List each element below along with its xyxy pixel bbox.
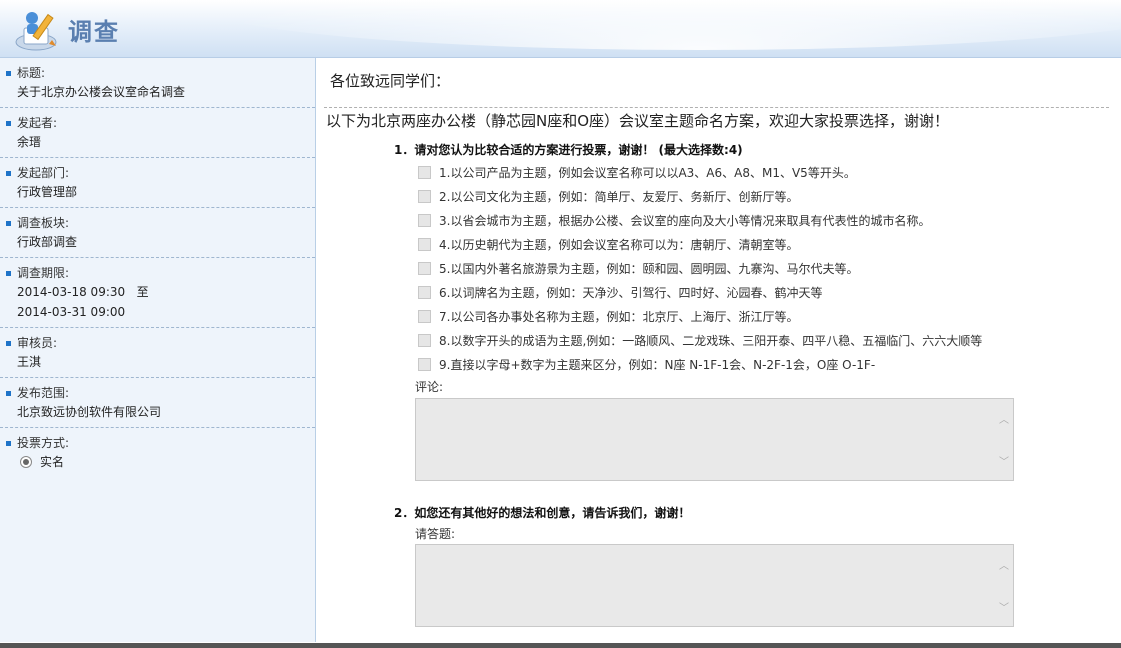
scroll-up-icon[interactable]: ︿ (999, 411, 1009, 426)
sidebar-label: 标题: (17, 66, 46, 80)
survey-pencil-icon (15, 12, 57, 51)
option-row[interactable]: 3.以省会城市为主题，根据办公楼、会议室的座向及大小等情况来取具有代表性的城市名… (418, 208, 982, 232)
greeting-text: 各位致远同学们： (330, 72, 451, 90)
sidebar-label: 发起部门: (17, 166, 70, 180)
intro-text: 以下为北京两座办公楼（静芯园N座和O座）会议室主题命名方案，欢迎大家投票选择，谢… (326, 112, 950, 130)
sidebar-item-reviewer: 审核员: 王淇 (0, 328, 315, 378)
square-bullet-icon (6, 70, 11, 76)
option-label: 4.以历史朝代为主题，例如会议室名称可以为：唐朝厅、清朝室等。 (439, 237, 799, 252)
sidebar-item-board: 调查板块: 行政部调查 (0, 208, 315, 258)
comment-label: 评论: (415, 380, 444, 394)
option-label: 2.以公司文化为主题，例如：简单厅、友爱厅、务新厅、创新厅等。 (439, 189, 799, 204)
option-label: 7.以公司各办事处名称为主题，例如：北京厅、上海厅、浙江厅等。 (439, 309, 799, 324)
sidebar-value: 行政部调查 (17, 235, 78, 249)
divider (324, 107, 1109, 108)
checkbox[interactable] (418, 213, 431, 227)
sidebar-label: 投票方式: (17, 436, 70, 450)
option-row[interactable]: 9.直接以字母+数字为主题来区分，例如：N座 N-1F-1会、N-2F-1会，O… (418, 352, 982, 376)
answer-label: 请答题: (415, 527, 456, 541)
comment-textarea[interactable]: ︿ ﹀ (415, 398, 1014, 481)
header-swoosh (200, 0, 1121, 50)
square-bullet-icon (6, 340, 11, 346)
page-title: 调查 (68, 18, 120, 46)
checkbox[interactable] (418, 357, 431, 371)
square-bullet-icon (6, 220, 11, 226)
checkbox[interactable] (418, 261, 431, 275)
option-label: 8.以数字开头的成语为主题,例如：一路顺风、二龙戏珠、三阳开泰、四平八稳、五福临… (439, 333, 983, 348)
question-1-title: 1．请对您认为比较合适的方案进行投票，谢谢！ (最大选择数:4) (394, 143, 743, 157)
option-label: 3.以省会城市为主题，根据办公楼、会议室的座向及大小等情况来取具有代表性的城市名… (439, 213, 931, 228)
sidebar-label: 调查板块: (17, 216, 70, 230)
vote-method-radio[interactable]: 实名 (6, 452, 315, 472)
sidebar-item-initiator: 发起者: 余瑨 (0, 108, 315, 158)
sidebar-value: 2014-03-31 09:00 (17, 305, 126, 319)
checkbox[interactable] (418, 285, 431, 299)
square-bullet-icon (6, 440, 11, 446)
sidebar-label: 审核员: (17, 336, 58, 350)
sidebar-value: 行政管理部 (17, 185, 78, 199)
sidebar-item-scope: 发布范围: 北京致远协创软件有限公司 (0, 378, 315, 428)
square-bullet-icon (6, 390, 11, 396)
scroll-up-icon[interactable]: ︿ (999, 557, 1009, 572)
question-2-title: 2．如您还有其他好的想法和创意，请告诉我们，谢谢！ (394, 506, 691, 520)
option-label: 5.以国内外著名旅游景为主题，例如：颐和园、圆明园、九寨沟、马尔代夫等。 (439, 261, 859, 276)
option-row[interactable]: 8.以数字开头的成语为主题,例如：一路顺风、二龙戏珠、三阳开泰、四平八稳、五福临… (418, 328, 982, 352)
survey-main: 各位致远同学们： 以下为北京两座办公楼（静芯园N座和O座）会议室主题命名方案，欢… (316, 58, 1121, 642)
checkbox[interactable] (418, 165, 431, 179)
option-label: 1.以公司产品为主题，例如会议室名称可以以A3、A6、A8、M1、V5等开头。 (439, 165, 856, 180)
square-bullet-icon (6, 270, 11, 276)
sidebar-value: 余瑨 (17, 135, 42, 149)
checkbox[interactable] (418, 309, 431, 323)
option-row[interactable]: 5.以国内外著名旅游景为主题，例如：颐和园、圆明园、九寨沟、马尔代夫等。 (418, 256, 982, 280)
scroll-down-icon[interactable]: ﹀ (999, 453, 1009, 468)
checkbox[interactable] (418, 333, 431, 347)
sidebar-label: 调查期限: (17, 266, 70, 280)
survey-info-sidebar: 标题: 关于北京办公楼会议室命名调查 发起者: 余瑨 发起部门: 行政管理部 调… (0, 58, 316, 642)
checkbox[interactable] (418, 189, 431, 203)
radio-label: 实名 (40, 455, 65, 469)
option-row[interactable]: 7.以公司各办事处名称为主题，例如：北京厅、上海厅、浙江厅等。 (418, 304, 982, 328)
sidebar-value: 关于北京办公楼会议室命名调查 (17, 85, 186, 99)
sidebar-item-department: 发起部门: 行政管理部 (0, 158, 315, 208)
square-bullet-icon (6, 120, 11, 126)
scroll-down-icon[interactable]: ﹀ (999, 599, 1009, 614)
sidebar-item-vote-method: 投票方式: 实名 (0, 428, 315, 477)
option-label: 6.以词牌名为主题，例如：天净沙、引驾行、四时好、沁园春、鹤冲天等 (439, 285, 823, 300)
bottom-border (0, 643, 1121, 648)
sidebar-value: 2014-03-18 09:30 至 (17, 285, 149, 299)
option-row[interactable]: 6.以词牌名为主题，例如：天净沙、引驾行、四时好、沁园春、鹤冲天等 (418, 280, 982, 304)
sidebar-label: 发起者: (17, 116, 58, 130)
option-label: 9.直接以字母+数字为主题来区分，例如：N座 N-1F-1会、N-2F-1会，O… (439, 357, 876, 372)
option-row[interactable]: 1.以公司产品为主题，例如会议室名称可以以A3、A6、A8、M1、V5等开头。 (418, 160, 982, 184)
sidebar-value: 北京致远协创软件有限公司 (17, 405, 162, 419)
sidebar-item-period: 调查期限: 2014-03-18 09:30 至 2014-03-31 09:0… (0, 258, 315, 328)
radio-selected-icon[interactable] (20, 456, 32, 468)
answer-textarea[interactable]: ︿ ﹀ (415, 544, 1014, 627)
checkbox[interactable] (418, 237, 431, 251)
question-1-options: 1.以公司产品为主题，例如会议室名称可以以A3、A6、A8、M1、V5等开头。 … (418, 160, 982, 376)
sidebar-item-title: 标题: 关于北京办公楼会议室命名调查 (0, 58, 315, 108)
sidebar-label: 发布范围: (17, 386, 70, 400)
option-row[interactable]: 2.以公司文化为主题，例如：简单厅、友爱厅、务新厅、创新厅等。 (418, 184, 982, 208)
option-row[interactable]: 4.以历史朝代为主题，例如会议室名称可以为：唐朝厅、清朝室等。 (418, 232, 982, 256)
square-bullet-icon (6, 170, 11, 176)
sidebar-value: 王淇 (17, 355, 42, 369)
page-header: 调查 (0, 0, 1121, 58)
